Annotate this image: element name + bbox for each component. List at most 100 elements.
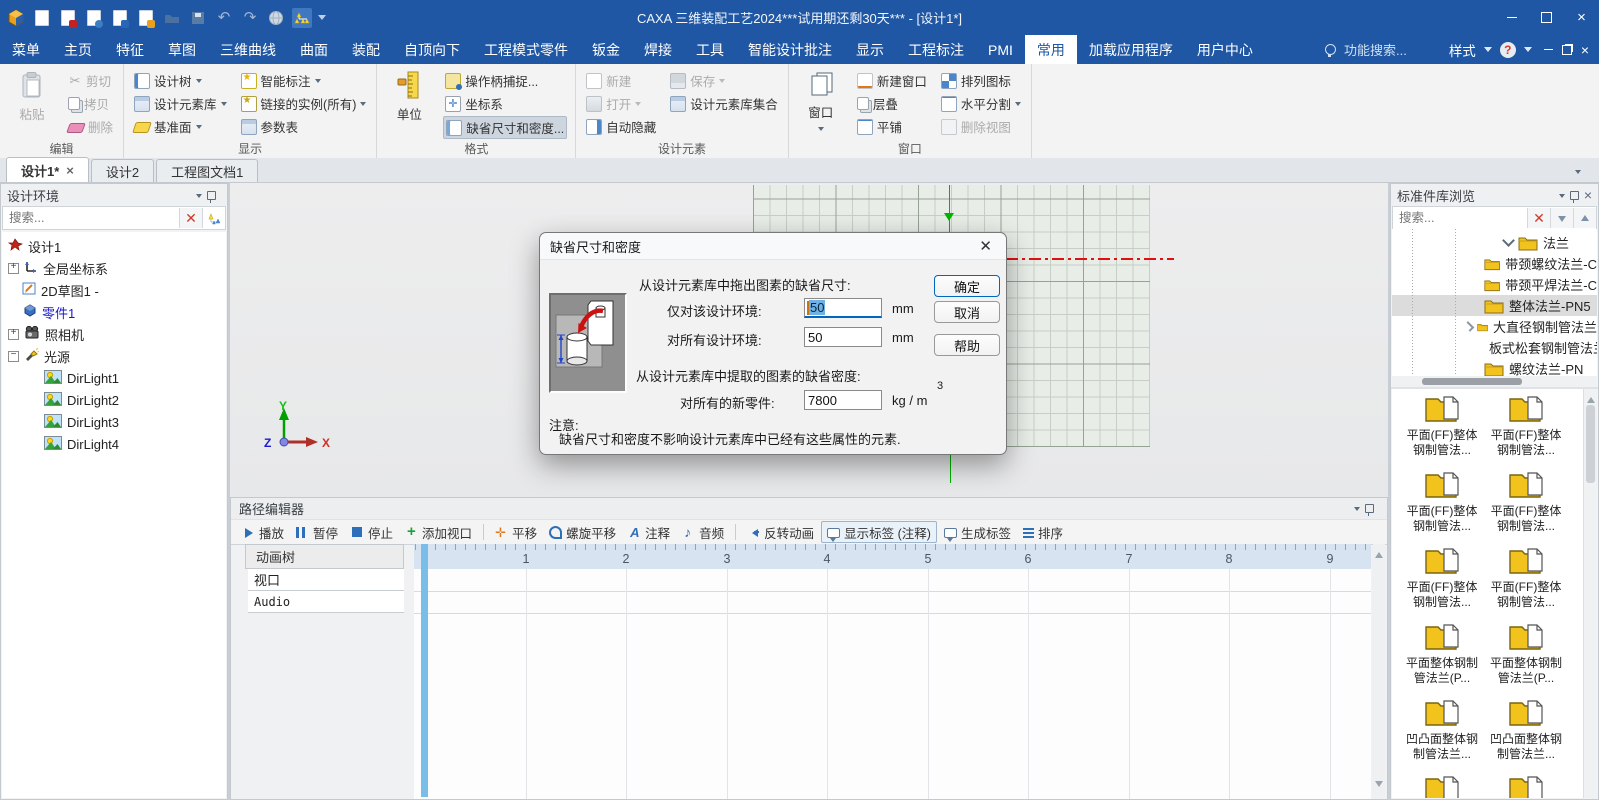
menu-item-load-app[interactable]: 加载应用程序 xyxy=(1077,35,1185,64)
function-search[interactable]: 功能搜索... xyxy=(1344,40,1407,59)
tree-item-dirlight2[interactable]: DirLight2 xyxy=(38,389,226,411)
smart-annotation-button[interactable]: 智能标注 xyxy=(239,70,369,91)
design-library-button[interactable]: 设计元素库 xyxy=(132,93,229,114)
horizontal-split-button[interactable]: 水平分割 xyxy=(939,93,1023,114)
doc-close-icon[interactable]: × xyxy=(1581,43,1589,57)
part-item[interactable]: 平面(FF)整体钢制管法... xyxy=(1488,469,1564,534)
add-viewport-button[interactable]: 添加视口 xyxy=(400,522,477,542)
tree-item-dirlight4[interactable]: DirLight4 xyxy=(38,433,226,455)
auto-hide-button[interactable]: 自动隐藏 xyxy=(584,116,658,137)
new-document-icon[interactable] xyxy=(32,8,52,28)
panel-menu-icon[interactable] xyxy=(1354,507,1360,514)
search-next-button[interactable] xyxy=(1550,208,1573,228)
menu-item-assembly[interactable]: 装配 xyxy=(340,35,392,64)
generate-labels-button[interactable]: 生成标签 xyxy=(939,522,1016,542)
tab-design1[interactable]: 设计1*× xyxy=(6,157,89,182)
redo-icon[interactable]: ↷ xyxy=(240,8,260,28)
audio-button[interactable]: 音频 xyxy=(677,522,729,542)
chevron-expanded-icon[interactable] xyxy=(1502,234,1515,247)
expand-icon[interactable] xyxy=(8,329,19,340)
expand-icon[interactable] xyxy=(8,263,19,274)
menu-item-engineering-dim[interactable]: 工程标注 xyxy=(896,35,976,64)
menu-item-smart-annotation[interactable]: 智能设计批注 xyxy=(736,35,844,64)
style-chevron-icon[interactable] xyxy=(1484,47,1492,56)
doc-restore-icon[interactable] xyxy=(1562,45,1572,55)
part-item[interactable] xyxy=(1404,773,1480,798)
part-item[interactable]: 平面(FF)整体钢制管法... xyxy=(1488,393,1564,458)
menu-item-tools[interactable]: 工具 xyxy=(684,35,736,64)
style-menu[interactable]: 样式 xyxy=(1449,40,1476,60)
menu-item-sketch[interactable]: 草图 xyxy=(156,35,208,64)
open-blue-icon[interactable] xyxy=(110,8,130,28)
show-labels-button[interactable]: 显示标签 (注释) xyxy=(821,521,937,543)
tile-button[interactable]: 平铺 xyxy=(855,116,929,137)
part-item[interactable]: 平面整体钢制管法兰(P... xyxy=(1488,621,1564,686)
scroll-thumb[interactable] xyxy=(1586,405,1595,483)
tree-horizontal-scrollbar[interactable] xyxy=(1392,376,1597,387)
timeline-playhead[interactable] xyxy=(421,544,428,797)
library-collection-button[interactable]: 设计元素库集合 xyxy=(668,93,780,114)
tree-item-threaded-flange[interactable]: 螺纹法兰-PN xyxy=(1392,358,1597,376)
part-item[interactable]: 平面整体钢制管法兰(P... xyxy=(1404,621,1480,686)
tab-design2[interactable]: 设计2 xyxy=(91,159,154,182)
panel-menu-icon[interactable] xyxy=(1559,194,1565,201)
left-search-input[interactable] xyxy=(3,211,179,225)
default-size-density-button[interactable]: 缺省尺寸和密度... xyxy=(443,116,567,139)
qat-overflow-icon[interactable] xyxy=(318,15,326,24)
tree-item-design1[interactable]: 设计1 xyxy=(2,235,226,257)
scroll-down-icon[interactable] xyxy=(1375,781,1383,791)
left-search-clear-button[interactable]: ✕ xyxy=(179,208,202,228)
right-search-input[interactable] xyxy=(1393,211,1527,225)
animation-row-audio[interactable]: Audio xyxy=(248,591,404,613)
scroll-up-icon[interactable] xyxy=(1375,548,1383,558)
menu-item-welding[interactable]: 焊接 xyxy=(632,35,684,64)
menu-item-display[interactable]: 显示 xyxy=(844,35,896,64)
help-button[interactable]: 帮助 xyxy=(934,334,1000,356)
menu-item-features[interactable]: 特征 xyxy=(104,35,156,64)
maximize-button[interactable] xyxy=(1529,0,1564,35)
sort-button[interactable]: 排序 xyxy=(1018,522,1068,542)
part-item[interactable]: 凹凸面整体钢制管法兰... xyxy=(1404,697,1480,762)
pin-icon[interactable] xyxy=(207,191,216,200)
preview-icon[interactable] xyxy=(84,8,104,28)
tab-drawing-doc1[interactable]: 工程图文档1 xyxy=(156,159,258,182)
timeline-scrollbar[interactable] xyxy=(1373,544,1385,797)
menu-item-user-center[interactable]: 用户中心 xyxy=(1185,35,1265,64)
help-chevron-icon[interactable] xyxy=(1524,47,1532,56)
dialog-close-icon[interactable]: ✕ xyxy=(975,237,996,255)
units-button[interactable]: 单位 xyxy=(385,68,433,140)
tree-item-neck-threaded-flange[interactable]: 带颈螺纹法兰-C xyxy=(1392,253,1597,274)
timeline-ruler[interactable]: 1 2 3 4 5 6 7 8 9 xyxy=(414,544,1371,570)
reverse-animation-button[interactable]: 反转动画 xyxy=(742,522,819,542)
help-globe-icon[interactable] xyxy=(266,8,286,28)
grid-vertical-scrollbar[interactable] xyxy=(1583,389,1597,798)
arrange-icons-button[interactable]: 排列图标 xyxy=(939,70,1023,91)
design-tree-toggle-icon[interactable] xyxy=(292,8,312,28)
design-tree-button[interactable]: 设计树 xyxy=(132,70,229,91)
part-item[interactable] xyxy=(1488,773,1564,798)
panel-menu-icon[interactable] xyxy=(196,194,202,201)
scroll-thumb[interactable] xyxy=(1422,378,1522,385)
new-window-button[interactable]: 新建窗口 xyxy=(855,70,929,91)
part-item[interactable]: 平面(FF)整体钢制管法... xyxy=(1404,469,1480,534)
close-button[interactable]: × xyxy=(1564,0,1599,35)
tree-item-part1[interactable]: 零件1 xyxy=(16,301,226,323)
tree-item-flange-root[interactable]: 法兰 xyxy=(1392,232,1597,253)
pin-icon[interactable] xyxy=(1570,191,1579,200)
pan-button[interactable]: 平移 xyxy=(490,522,542,542)
menu-item-home[interactable]: 主页 xyxy=(52,35,104,64)
dialog-title-bar[interactable]: 缺省尺寸和密度 ✕ xyxy=(540,233,1006,260)
tree-item-camera[interactable]: 照相机 xyxy=(2,323,226,345)
doc-minimize-icon[interactable] xyxy=(1544,49,1553,50)
menu-item-topdown[interactable]: 自顶向下 xyxy=(392,35,472,64)
menu-item-surface[interactable]: 曲面 xyxy=(288,35,340,64)
animation-row-viewport[interactable]: 视口 xyxy=(248,569,404,591)
pause-button[interactable]: 暂停 xyxy=(291,522,343,542)
menu-item-3dcurve[interactable]: 三维曲线 xyxy=(208,35,288,64)
tree-item-large-diameter-flange[interactable]: 大直径钢制管法兰 xyxy=(1392,316,1597,337)
spiral-pan-button[interactable]: 螺旋平移 xyxy=(544,522,621,542)
tab-overflow-icon[interactable] xyxy=(1575,170,1581,177)
open-design-icon[interactable] xyxy=(58,8,78,28)
coordinate-system-button[interactable]: 坐标系 xyxy=(443,93,567,114)
menu-item-engineering-part[interactable]: 工程模式零件 xyxy=(472,35,580,64)
